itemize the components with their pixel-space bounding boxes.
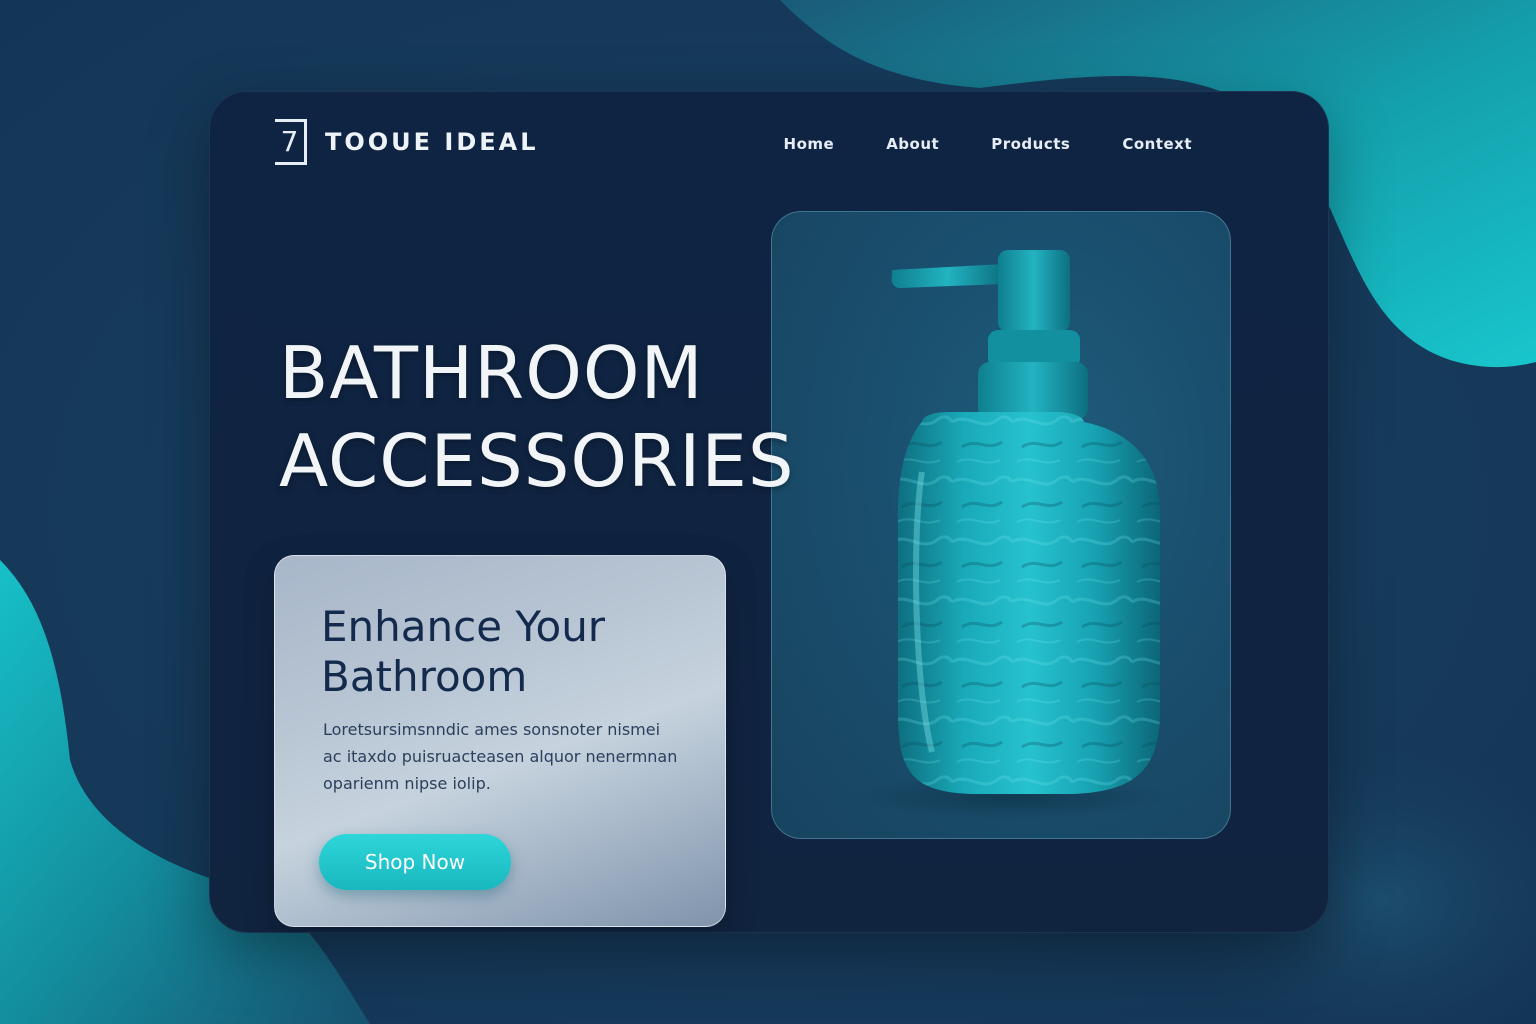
info-card: Enhance Your Bathroom Loretsursimsnndic … (274, 555, 726, 927)
hero-title: BATHROOM ACCESSORIES (279, 329, 795, 505)
info-heading-line-1: Enhance Your (321, 602, 606, 651)
hero-title-line-1: BATHROOM (279, 331, 704, 415)
nav-products[interactable]: Products (991, 135, 1070, 153)
soap-dispenser-icon (852, 250, 1172, 819)
product-image-panel (771, 211, 1231, 839)
logo-mark-icon: 7 (275, 119, 307, 165)
shop-now-button[interactable]: Shop Now (319, 834, 511, 890)
info-body-text: Loretsursimsnndic ames sonsnoter nismei … (323, 720, 678, 793)
nav-about[interactable]: About (886, 135, 939, 153)
nav-home[interactable]: Home (784, 135, 835, 153)
info-heading: Enhance Your Bathroom (321, 602, 681, 702)
main-card: 7 TOOUE IDEAL Home About Products Contex… (209, 91, 1329, 933)
hero-title-line-2: ACCESSORIES (279, 419, 795, 503)
page-background: 7 TOOUE IDEAL Home About Products Contex… (0, 0, 1536, 1024)
brand-logo[interactable]: 7 TOOUE IDEAL (275, 119, 539, 165)
top-navigation: Home About Products Context (784, 135, 1192, 153)
info-heading-line-2: Bathroom (321, 652, 528, 701)
nav-context[interactable]: Context (1122, 135, 1192, 153)
brand-name: TOOUE IDEAL (325, 128, 539, 156)
